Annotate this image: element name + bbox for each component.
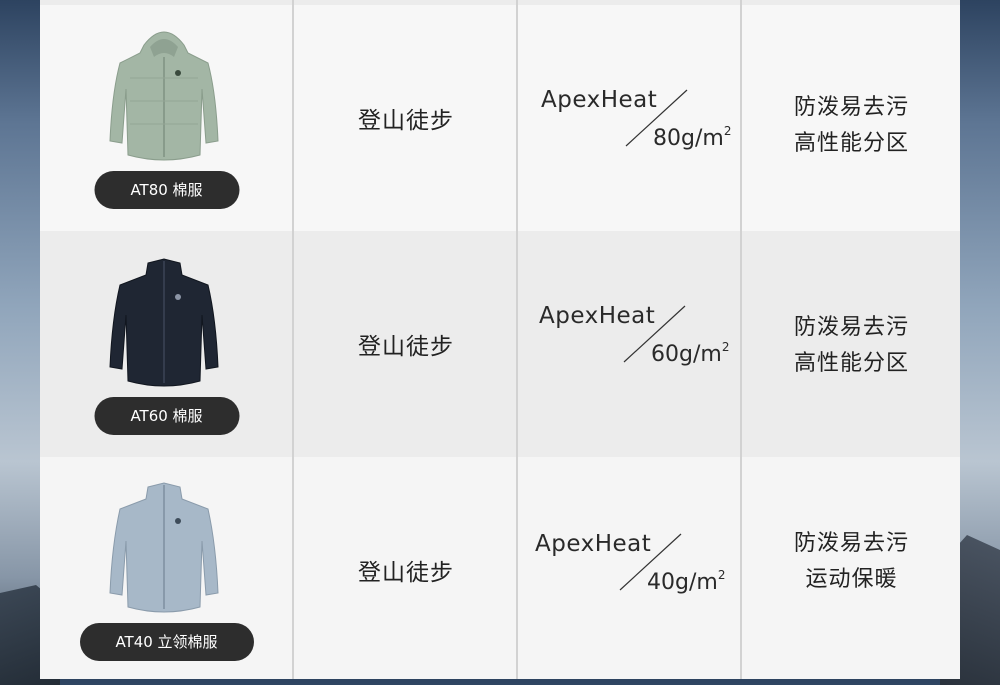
product-cell: AT40 立领棉服 xyxy=(40,457,293,679)
hooded-jacket-icon xyxy=(109,31,219,161)
fill-weight-value: 80g/m xyxy=(653,126,724,151)
fill-cell: ApexHeat 40g/m2 xyxy=(519,457,741,679)
table-row: AT40 立领棉服 登山徒步 ApexHeat 40g/m2 防泼易去污 运动保… xyxy=(40,457,960,679)
features-cell: 防泼易去污 高性能分区 xyxy=(743,231,960,457)
table-row: AT80 棉服 登山徒步 ApexHeat 80g/m2 防泼易去污 高性能分区 xyxy=(40,5,960,231)
fill-weight: 40g/m2 xyxy=(647,568,726,595)
features-cell: 防泼易去污 高性能分区 xyxy=(743,5,960,231)
feature-1: 防泼易去污 xyxy=(793,95,909,120)
fill-weight: 80g/m2 xyxy=(653,124,732,151)
use-cell: 登山徒步 xyxy=(295,457,517,679)
product-cell: AT80 棉服 xyxy=(40,5,293,231)
fill-weight-sup: 2 xyxy=(723,124,732,138)
fill-weight: 60g/m2 xyxy=(651,340,730,367)
use-text: 登山徒步 xyxy=(358,560,454,586)
use-cell: 登山徒步 xyxy=(295,5,517,231)
product-cell: AT60 棉服 xyxy=(40,231,293,457)
feature-1: 防泼易去污 xyxy=(793,531,909,556)
feature-2: 运动保暖 xyxy=(805,567,898,592)
fill-cell: ApexHeat 60g/m2 xyxy=(519,231,741,457)
use-text: 登山徒步 xyxy=(358,108,454,134)
use-cell: 登山徒步 xyxy=(295,231,517,457)
column-divider xyxy=(292,0,294,679)
collar-jacket-icon xyxy=(109,482,219,613)
column-divider xyxy=(516,0,518,679)
fill-weight-value: 60g/m xyxy=(651,342,722,367)
comparison-table: AT80 棉服 登山徒步 ApexHeat 80g/m2 防泼易去污 高性能分区… xyxy=(40,0,960,679)
use-text: 登山徒步 xyxy=(358,334,454,360)
table-row: AT60 棉服 登山徒步 ApexHeat 60g/m2 防泼易去污 高性能分区 xyxy=(40,231,960,457)
fill-weight-sup: 2 xyxy=(717,568,726,582)
fill-cell: ApexHeat 80g/m2 xyxy=(519,5,741,231)
feature-1: 防泼易去污 xyxy=(793,315,909,340)
collar-jacket-icon xyxy=(109,258,219,387)
product-label: AT60 棉服 xyxy=(94,397,239,435)
product-label: AT80 棉服 xyxy=(94,171,239,209)
fill-weight-value: 40g/m xyxy=(647,570,718,595)
fill-weight-sup: 2 xyxy=(721,340,730,354)
feature-2: 高性能分区 xyxy=(793,131,909,156)
features-cell: 防泼易去污 运动保暖 xyxy=(743,457,960,679)
product-label: AT40 立领棉服 xyxy=(79,623,254,661)
feature-2: 高性能分区 xyxy=(793,351,909,376)
column-divider xyxy=(740,0,742,679)
